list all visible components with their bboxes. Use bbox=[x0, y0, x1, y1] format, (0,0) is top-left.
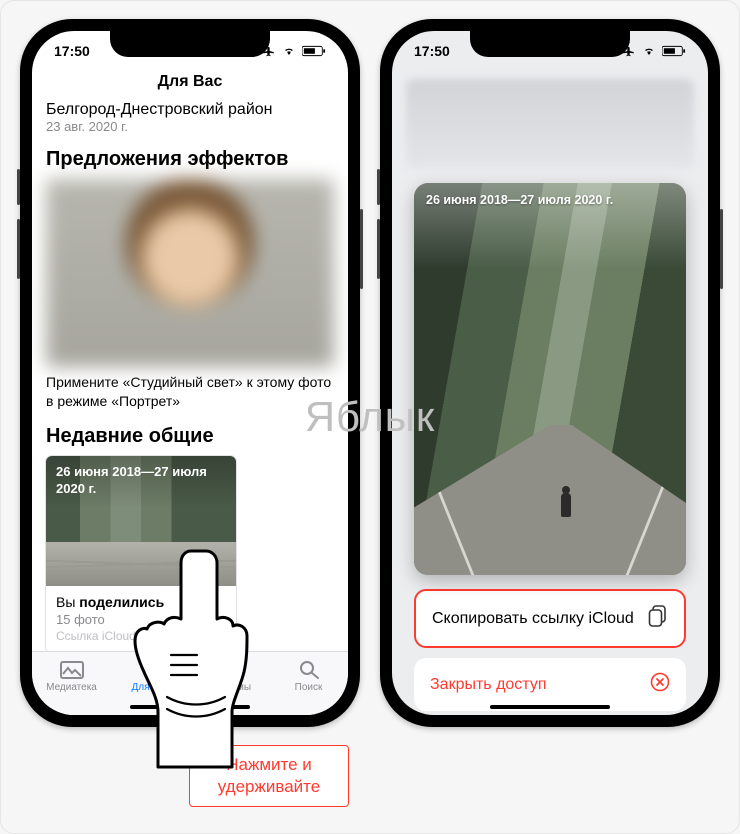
recent-you-shared: Вы поделились bbox=[56, 594, 226, 610]
library-icon bbox=[59, 658, 85, 680]
tab-search[interactable]: Поиск bbox=[269, 658, 348, 693]
preview-range: 26 июня 2018—27 июля 2020 г. bbox=[426, 193, 613, 207]
recent-link-hint: Ссылка iCloud доступна bbox=[56, 629, 226, 643]
tab-albums-label: Альбомы bbox=[190, 682, 269, 693]
section-effects-title: Предложения эффектов bbox=[46, 148, 334, 171]
battery-icon bbox=[302, 45, 326, 57]
phone-right: 17:50 26 июня 2018—27 июля 2020 г. Скопи… bbox=[380, 19, 720, 727]
phone-left: 17:50 Для Вас Белгород-Днестровский райо… bbox=[20, 19, 360, 727]
recent-range: 26 июня 2018—27 июля 2020 г. bbox=[56, 464, 207, 496]
memory-date: 23 авг. 2020 г. bbox=[46, 119, 334, 134]
for-you-icon bbox=[138, 658, 164, 680]
copy-icloud-link-label: Скопировать ссылку iCloud bbox=[432, 609, 634, 629]
effects-caption: Примените «Студийный свет» к этому фото … bbox=[46, 373, 334, 411]
blurred-background bbox=[406, 79, 694, 169]
home-indicator[interactable] bbox=[490, 705, 610, 709]
close-access[interactable]: Закрыть доступ bbox=[414, 658, 686, 711]
tab-for-you-label: Для Вас bbox=[111, 682, 190, 693]
search-icon bbox=[296, 658, 322, 680]
status-time: 17:50 bbox=[54, 43, 90, 59]
memory-title[interactable]: Белгород-Днестровский район bbox=[46, 101, 334, 119]
status-time: 17:50 bbox=[414, 43, 450, 59]
recent-shared-card[interactable]: 26 июня 2018—27 июля 2020 г. Вы поделили… bbox=[46, 456, 236, 653]
tab-library[interactable]: Медиатека bbox=[32, 658, 111, 693]
tab-albums[interactable]: Альбомы bbox=[190, 658, 269, 693]
copy-icon bbox=[648, 605, 668, 632]
copy-icloud-link[interactable]: Скопировать ссылку iCloud bbox=[414, 589, 686, 648]
close-icon bbox=[650, 672, 670, 697]
context-preview[interactable]: 26 июня 2018—27 июля 2020 г. bbox=[414, 183, 686, 575]
battery-icon bbox=[662, 45, 686, 57]
recent-count: 15 фото bbox=[56, 612, 226, 627]
nav-title: Для Вас bbox=[32, 71, 348, 99]
wifi-icon bbox=[641, 45, 657, 57]
context-menu: Скопировать ссылку iCloud Закрыть доступ bbox=[414, 589, 686, 711]
wifi-icon bbox=[281, 45, 297, 57]
tab-library-label: Медиатека bbox=[32, 682, 111, 693]
tab-for-you[interactable]: Для Вас bbox=[111, 658, 190, 693]
albums-icon bbox=[217, 658, 243, 680]
tab-search-label: Поиск bbox=[269, 682, 348, 693]
home-indicator[interactable] bbox=[130, 705, 250, 709]
instruction-callout: Нажмите и удерживайте bbox=[189, 745, 349, 807]
status-indicators bbox=[621, 44, 686, 58]
effects-thumbnail[interactable] bbox=[46, 179, 334, 367]
close-access-label: Закрыть доступ bbox=[430, 676, 546, 694]
section-recent-title: Недавние общие bbox=[46, 425, 334, 448]
status-indicators bbox=[261, 44, 326, 58]
